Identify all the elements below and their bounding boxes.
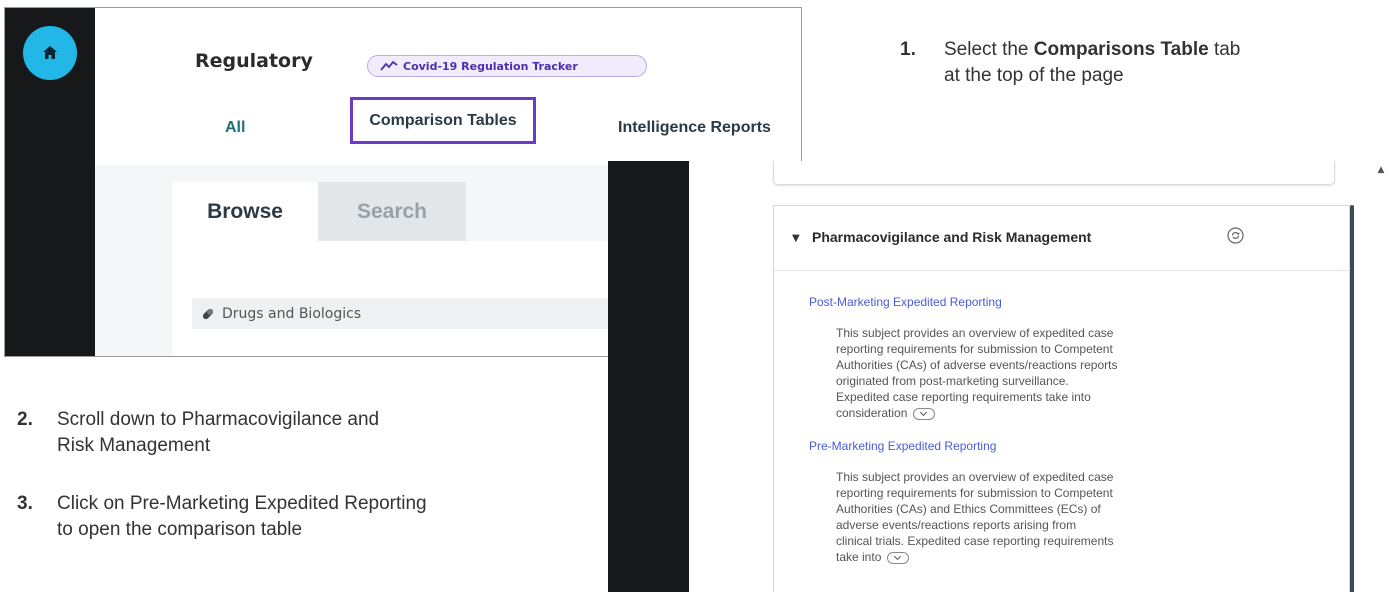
subject-link-pre-marketing[interactable]: Pre-Marketing Expedited Reporting xyxy=(809,439,996,453)
subject-description-post-marketing: This subject provides an overview of exp… xyxy=(836,325,1226,421)
subject-link-post-marketing[interactable]: Post-Marketing Expedited Reporting xyxy=(809,295,1002,309)
instruction-step-2: 2. Scroll down to Pharmacovigilance and … xyxy=(17,407,517,463)
instruction-step-1: 1. Select the Comparisons Table tab at t… xyxy=(900,37,1340,97)
step-line: Click on Pre-Marketing Expedited Reporti… xyxy=(57,493,427,514)
tab-intelligence-reports[interactable]: Intelligence Reports xyxy=(618,119,771,137)
tab-search[interactable]: Search xyxy=(318,182,466,241)
pharmacovigilance-screenshot: ▲ ▼ Pharmacovigilance and Risk Managemen… xyxy=(608,161,1393,592)
step-number: 3. xyxy=(17,493,33,514)
description-line: originated from post-marketing surveilla… xyxy=(836,374,1069,388)
tab-comparison-tables-label: Comparison Tables xyxy=(369,111,517,129)
app-sidebar xyxy=(608,161,689,592)
refresh-icon[interactable] xyxy=(1227,227,1244,244)
covid-tracker-label: Covid-19 Regulation Tracker xyxy=(403,59,578,73)
description-line-last: take into xyxy=(836,549,1226,565)
description-line: clinical trials. Expedited case reportin… xyxy=(836,534,1114,548)
step-number: 2. xyxy=(17,409,33,430)
description-text: consideration xyxy=(836,406,908,420)
step-text: Select the Comparisons Table tab at the … xyxy=(944,37,1240,89)
tab-all[interactable]: All xyxy=(225,119,245,137)
step-line: Risk Management xyxy=(57,435,211,456)
step-text: Click on Pre-Marketing Expedited Reporti… xyxy=(57,491,427,543)
description-line: adverse events/reactions reports arising… xyxy=(836,518,1077,532)
step-text: Scroll down to Pharmacovigilance and Ris… xyxy=(57,407,379,459)
scrollbar[interactable] xyxy=(1350,205,1354,592)
description-line: Expedited case reporting requirements ta… xyxy=(836,390,1091,404)
subject-description-pre-marketing: This subject provides an overview of exp… xyxy=(836,469,1226,565)
home-icon xyxy=(43,46,57,59)
step-line: Select the Comparisons Table tab xyxy=(944,37,1240,63)
section-header[interactable]: ▼ Pharmacovigilance and Risk Management xyxy=(774,206,1349,271)
page-title: Regulatory xyxy=(195,50,313,72)
description-line: Authorities (CAs) and Ethics Committees … xyxy=(836,502,1101,516)
description-line: This subject provides an overview of exp… xyxy=(836,470,1114,484)
tab-comparison-tables[interactable]: Comparison Tables xyxy=(350,97,536,144)
category-drugs-and-biologics[interactable]: Drugs and Biologics xyxy=(192,298,632,329)
caret-down-icon: ▼ xyxy=(792,233,800,244)
step-line: Scroll down to Pharmacovigilance and xyxy=(57,409,380,430)
step-number: 1. xyxy=(900,39,916,60)
expand-more-button[interactable] xyxy=(886,551,909,564)
tab-browse[interactable]: Browse xyxy=(172,182,318,241)
step-line: at the top of the page xyxy=(944,65,1124,86)
pharmacovigilance-section: ▼ Pharmacovigilance and Risk Management … xyxy=(773,205,1350,592)
description-line: reporting requirements for submission to… xyxy=(836,486,1113,500)
trend-line-icon xyxy=(380,61,398,71)
covid-tracker-badge[interactable]: Covid-19 Regulation Tracker xyxy=(367,55,647,77)
section-title: Pharmacovigilance and Risk Management xyxy=(812,229,1092,245)
step-text-post: tab xyxy=(1208,39,1241,60)
expand-more-button[interactable] xyxy=(912,407,935,420)
instruction-step-3: 3. Click on Pre-Marketing Expedited Repo… xyxy=(17,491,577,547)
step-line: to open the comparison table xyxy=(57,519,303,540)
home-button[interactable] xyxy=(23,26,77,80)
description-text: take into xyxy=(836,550,882,564)
step-text-pre: Select the xyxy=(944,39,1034,60)
pill-icon xyxy=(202,308,214,319)
scroll-up-arrow[interactable]: ▲ xyxy=(1376,165,1386,175)
step-text-bold: Comparisons Table xyxy=(1033,39,1209,60)
description-line: reporting requirements for submission to… xyxy=(836,342,1113,356)
description-line: This subject provides an overview of exp… xyxy=(836,326,1114,340)
description-line-last: consideration xyxy=(836,405,1226,421)
previous-section-card xyxy=(773,161,1335,185)
category-label: Drugs and Biologics xyxy=(222,305,362,322)
description-line: Authorities (CAs) of adverse events/reac… xyxy=(836,358,1118,372)
